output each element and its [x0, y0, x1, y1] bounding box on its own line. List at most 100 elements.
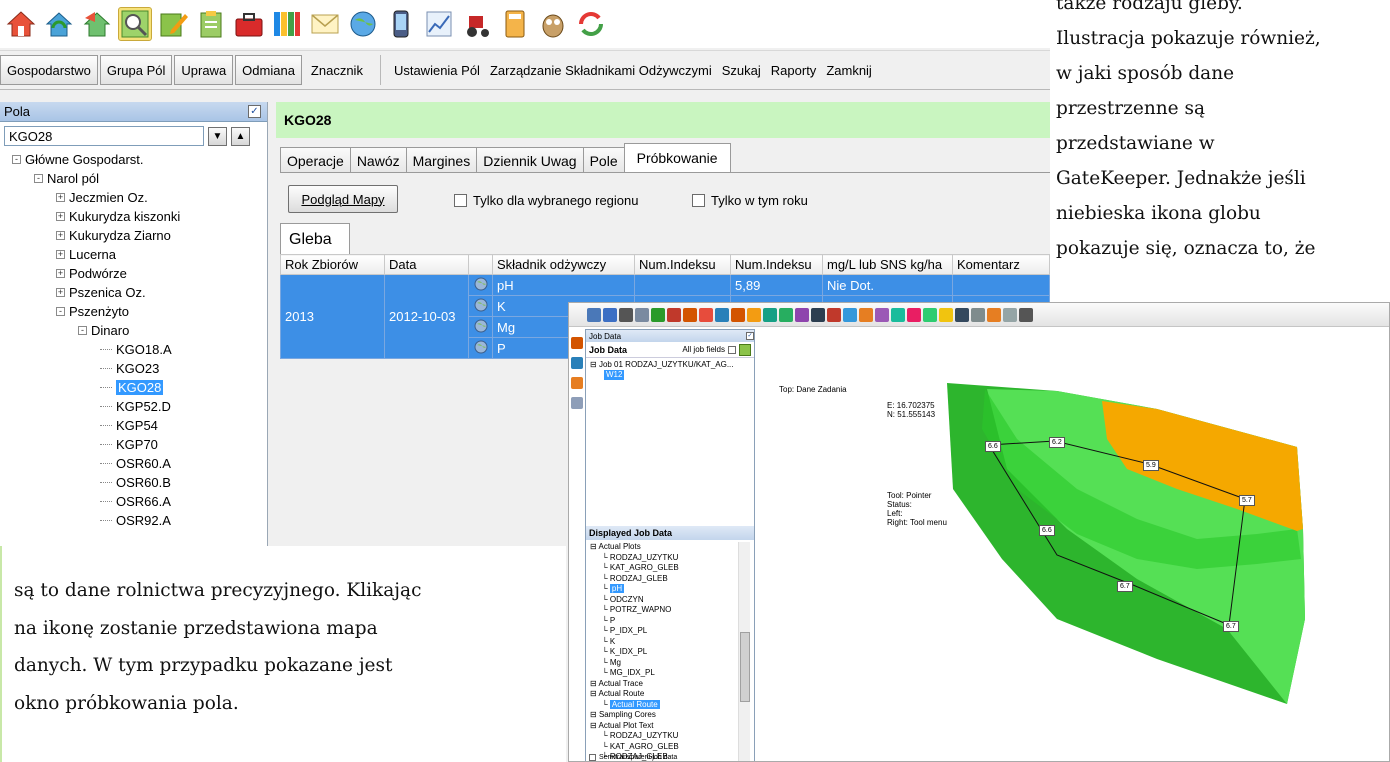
- menu-szukaj[interactable]: Szukaj: [717, 63, 766, 78]
- cell-index-1[interactable]: [634, 274, 731, 296]
- tree-node[interactable]: - Pszenżyto: [12, 302, 267, 321]
- map-tool-icon[interactable]: [955, 307, 969, 322]
- all-job-fields[interactable]: All job fields: [682, 343, 751, 356]
- map-tool-icon[interactable]: [875, 307, 889, 322]
- displayed-scrollbar[interactable]: [738, 542, 750, 761]
- tree-node[interactable]: + Lucerna: [12, 245, 267, 264]
- map-tool-icon[interactable]: [923, 307, 937, 322]
- expand-icon[interactable]: +: [56, 250, 65, 259]
- col-num-indeksu-1[interactable]: Num.Indeksu: [634, 254, 731, 275]
- cell-date[interactable]: 2012-10-03: [384, 274, 469, 359]
- region-checkbox[interactable]: [454, 194, 467, 207]
- job-item[interactable]: ⊟ Job 01 RODZAJ_UZYTKU/KAT_AG...: [590, 360, 750, 370]
- tree-node[interactable]: + Podwórze: [12, 264, 267, 283]
- edit-icon[interactable]: [156, 7, 190, 41]
- map-tool-icon[interactable]: [939, 307, 953, 322]
- toolbox-icon[interactable]: [232, 7, 266, 41]
- map-tool-icon[interactable]: [715, 307, 729, 322]
- displayed-tree-item[interactable]: ⊟ Actual Plot Text: [590, 721, 736, 732]
- displayed-tree-item[interactable]: └ K_IDX_PL: [590, 647, 736, 658]
- tractor-icon[interactable]: [460, 7, 494, 41]
- cell-year[interactable]: 2013: [280, 274, 385, 359]
- sync-icon[interactable]: [574, 7, 608, 41]
- map-tool-icon[interactable]: [667, 307, 681, 322]
- menu-uprawa[interactable]: Uprawa: [174, 55, 234, 85]
- tree-node[interactable]: OSR92.A: [12, 511, 267, 530]
- tree-node[interactable]: OSR60.B: [12, 473, 267, 492]
- displayed-tree-item[interactable]: └ K: [590, 637, 736, 648]
- expand-icon[interactable]: +: [56, 231, 65, 240]
- col-skladnik[interactable]: Składnik odżywczy: [492, 254, 635, 275]
- map-tool-icon[interactable]: [843, 307, 857, 322]
- map-tool-icon[interactable]: [587, 307, 601, 322]
- displayed-tree-item[interactable]: └ KAT_AGRO_GLEB: [590, 742, 736, 753]
- up-arrow-icon[interactable]: ▲: [231, 126, 250, 146]
- tree-node[interactable]: KGP54: [12, 416, 267, 435]
- displayed-tree-item[interactable]: └ RODZAJ_UZYTKU: [590, 553, 736, 564]
- menu-ustawienia-pol[interactable]: Ustawienia Pól: [389, 63, 485, 78]
- zoom-map-icon[interactable]: [118, 7, 152, 41]
- expand-icon[interactable]: +: [56, 193, 65, 202]
- displayed-tree-item[interactable]: └ Mg: [590, 658, 736, 669]
- menu-odmiana[interactable]: Odmiana: [235, 55, 302, 85]
- map-tool-icon[interactable]: [811, 307, 825, 322]
- export-icon[interactable]: [571, 377, 583, 389]
- map-tool-icon[interactable]: [987, 307, 1001, 322]
- map-tool-icon[interactable]: [699, 307, 713, 322]
- tree-node[interactable]: + Pszenica Oz.: [12, 283, 267, 302]
- displayed-tree-item[interactable]: └ RODZAJ_UZYTKU: [590, 731, 736, 742]
- scroll-thumb[interactable]: [740, 632, 750, 702]
- globe-icon[interactable]: [468, 295, 493, 317]
- job-subitem[interactable]: W12: [590, 370, 750, 380]
- displayed-tree-item[interactable]: └ RODZAJ_GLEB: [590, 574, 736, 585]
- tree-node[interactable]: + Jeczmien Oz.: [12, 188, 267, 207]
- collapse-icon[interactable]: -: [12, 155, 21, 164]
- collapse-icon[interactable]: -: [34, 174, 43, 183]
- menu-raporty[interactable]: Raporty: [766, 63, 822, 78]
- tree-node[interactable]: OSR60.A: [12, 454, 267, 473]
- tree-node[interactable]: + Kukurydza kiszonki: [12, 207, 267, 226]
- caption-checkbox[interactable]: ✓: [746, 332, 754, 340]
- tools-icon[interactable]: [571, 337, 583, 349]
- map-tool-icon[interactable]: [747, 307, 761, 322]
- displayed-tree-item[interactable]: ⊟ Actual Plots: [590, 542, 736, 553]
- columns-icon[interactable]: [270, 7, 304, 41]
- tree-node[interactable]: KGP70: [12, 435, 267, 454]
- calculator-icon[interactable]: [498, 7, 532, 41]
- home-icon[interactable]: [4, 7, 38, 41]
- layers-icon[interactable]: [571, 357, 583, 369]
- mail-icon[interactable]: [308, 7, 342, 41]
- cell-nutrient[interactable]: pH: [492, 274, 635, 296]
- expand-icon[interactable]: +: [56, 288, 65, 297]
- map-tool-icon[interactable]: [603, 307, 617, 322]
- expand-icon[interactable]: +: [56, 269, 65, 278]
- map-tool-icon[interactable]: [1019, 307, 1033, 322]
- cell-index-2[interactable]: 5,89: [730, 274, 823, 296]
- map-tool-icon[interactable]: [891, 307, 905, 322]
- globe-icon[interactable]: [346, 7, 380, 41]
- map-tool-icon[interactable]: [635, 307, 649, 322]
- down-arrow-icon[interactable]: ▼: [208, 126, 227, 146]
- semitransparent-row[interactable]: Semitransparent job data: [586, 752, 754, 761]
- collapse-icon[interactable]: -: [78, 326, 87, 335]
- globe-icon[interactable]: [468, 337, 493, 359]
- tree-node[interactable]: KGO18.A: [12, 340, 267, 359]
- tree-node[interactable]: - Dinaro: [12, 321, 267, 340]
- tab-dziennik-uwag[interactable]: Dziennik Uwag: [476, 147, 584, 173]
- displayed-tree-item[interactable]: ⊟ Actual Trace: [590, 679, 736, 690]
- tree-node[interactable]: - Narol pól: [12, 169, 267, 188]
- menu-zamknij[interactable]: Zamknij: [821, 63, 877, 78]
- cell-value[interactable]: Nie Dot.: [822, 274, 953, 296]
- map-tool-icon[interactable]: [651, 307, 665, 322]
- year-checkbox[interactable]: [692, 194, 705, 207]
- col-num-indeksu-2[interactable]: Num.Indeksu: [730, 254, 823, 275]
- tab-pole[interactable]: Pole: [582, 147, 625, 173]
- tree-node[interactable]: KGO23: [12, 359, 267, 378]
- collapse-icon[interactable]: -: [56, 307, 65, 316]
- map-preview-button[interactable]: Podgląd Mapy: [288, 185, 398, 213]
- cell-comment[interactable]: [952, 274, 1050, 296]
- map-tool-icon[interactable]: [779, 307, 793, 322]
- displayed-tree-item[interactable]: └ POTRZ_WAPNO: [590, 605, 736, 616]
- year-filter[interactable]: Tylko w tym roku: [692, 193, 808, 208]
- map-tool-icon[interactable]: [827, 307, 841, 322]
